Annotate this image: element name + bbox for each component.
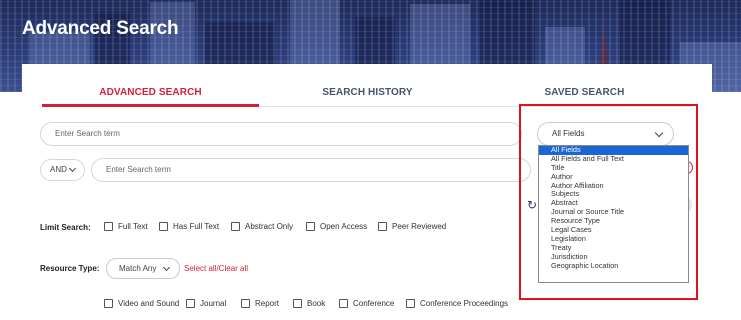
search-input-1-placeholder: Enter Search term	[55, 129, 120, 138]
checkbox-icon	[159, 222, 168, 231]
resource-type-label: Resource Type:	[40, 264, 100, 273]
checkbox-icon	[378, 222, 387, 231]
operator-select[interactable]: AND	[40, 159, 85, 181]
active-tab-indicator	[42, 104, 259, 107]
checkbox-book[interactable]: Book	[293, 299, 325, 308]
chevron-down-icon	[162, 263, 171, 272]
checkbox-video-and-sound[interactable]: Video and Sound	[104, 299, 179, 308]
checkbox-peer-reviewed[interactable]: Peer Reviewed	[378, 222, 446, 231]
search-input-2[interactable]: Enter Search term	[91, 158, 531, 182]
checkbox-icon	[293, 299, 302, 308]
checkbox-journal[interactable]: Journal	[186, 299, 226, 308]
select-all-link[interactable]: Select all/Clear all	[184, 264, 248, 273]
page-title: Advanced Search	[22, 18, 179, 39]
checkbox-icon	[406, 299, 415, 308]
match-select[interactable]: Match Any	[106, 258, 180, 279]
tab-saved-search[interactable]: SAVED SEARCH	[476, 87, 693, 98]
tab-advanced-search[interactable]: ADVANCED SEARCH	[42, 87, 259, 98]
checkbox-icon	[186, 299, 195, 308]
operator-value: AND	[50, 165, 67, 174]
limit-search-label: Limit Search:	[40, 223, 91, 232]
checkbox-icon	[104, 222, 113, 231]
checkbox-conference-proceedings[interactable]: Conference Proceedings	[406, 299, 508, 308]
search-input-2-placeholder: Enter Search term	[106, 165, 171, 174]
checkbox-abstract-only[interactable]: Abstract Only	[231, 222, 293, 231]
checkbox-icon	[104, 299, 113, 308]
checkbox-report[interactable]: Report	[241, 299, 279, 308]
checkbox-icon	[306, 222, 315, 231]
tab-search-history[interactable]: SEARCH HISTORY	[259, 87, 476, 98]
checkbox-full-text[interactable]: Full Text	[104, 222, 148, 231]
checkbox-icon	[339, 299, 348, 308]
match-select-value: Match Any	[119, 264, 157, 273]
checkbox-icon	[241, 299, 250, 308]
chevron-down-icon	[68, 164, 77, 173]
checkbox-conference[interactable]: Conference	[339, 299, 394, 308]
search-input-1[interactable]: Enter Search term	[40, 122, 522, 146]
checkbox-icon	[231, 222, 240, 231]
highlight-box	[519, 104, 698, 300]
checkbox-open-access[interactable]: Open Access	[306, 222, 367, 231]
checkbox-has-full-text[interactable]: Has Full Text	[159, 222, 219, 231]
